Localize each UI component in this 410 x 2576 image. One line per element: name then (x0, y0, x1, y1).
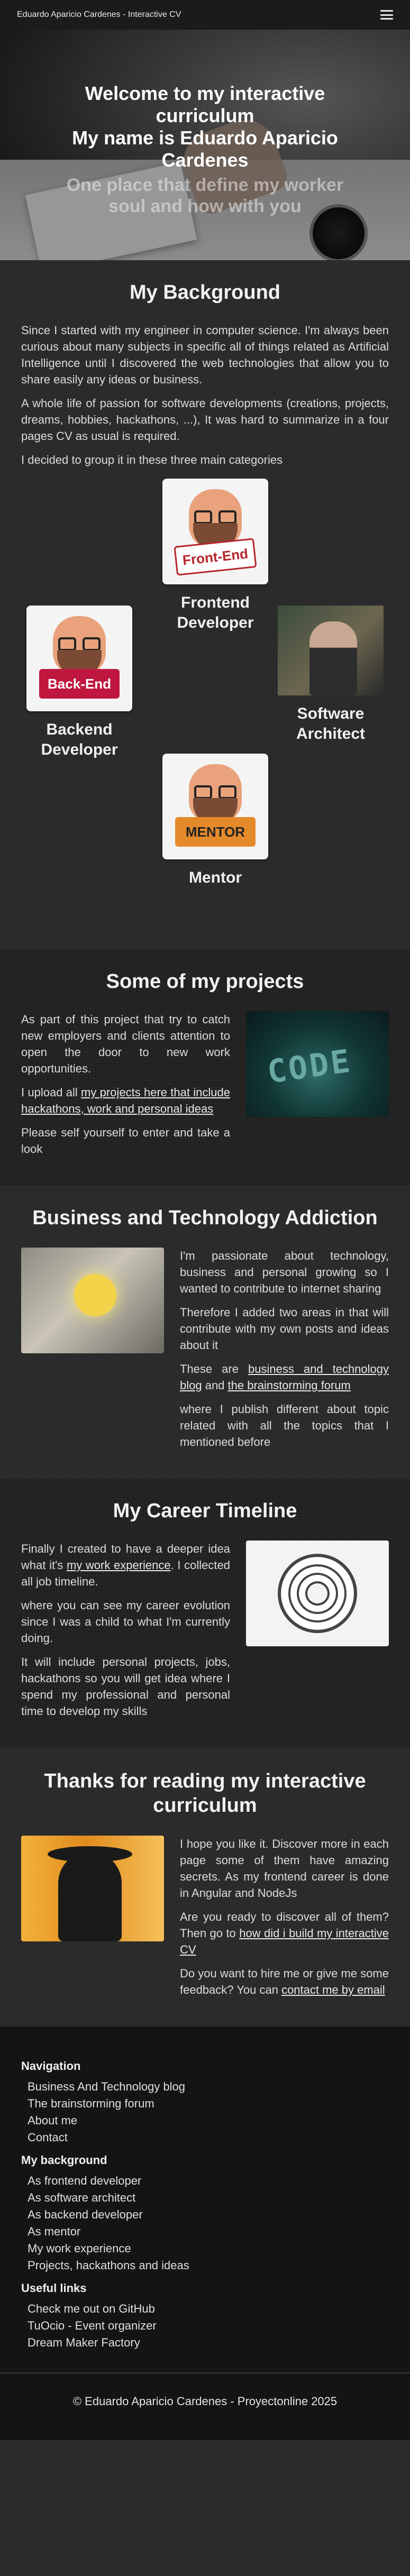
background-paragraph-1: Since I started with my engineer in comp… (21, 324, 389, 386)
frontend-label-2[interactable]: Developer (177, 614, 253, 631)
addiction-title: Business and Technology Addiction (32, 1207, 378, 1229)
backend-avatar[interactable]: Back-End (26, 606, 132, 711)
addiction-paragraph-4: where I publish different about topic re… (180, 1402, 389, 1449)
addiction-paragraph-3: These are business and technology blog a… (180, 1362, 389, 1392)
navbar: Eduardo Aparicio Cardenes - Interactive … (0, 0, 410, 30)
business-ideas-image[interactable] (21, 1248, 164, 1353)
background-paragraph-2: A whole life of passion for software dev… (21, 397, 389, 443)
backend-label-2[interactable]: Developer (41, 741, 117, 758)
mentor-sign: MENTOR (175, 817, 256, 847)
architect-photo[interactable] (278, 606, 384, 695)
footer-link[interactable]: TuOcio - Event organizer (28, 2317, 389, 2334)
footer-link[interactable]: My work experience (28, 2240, 389, 2257)
frontend-label[interactable]: Frontend (181, 594, 250, 611)
work-experience-link[interactable]: my work experience (67, 1559, 171, 1572)
footer-link[interactable]: Dream Maker Factory (28, 2334, 389, 2351)
backend-label[interactable]: Backend (46, 721, 112, 738)
projects-section: Some of my projects As part of this proj… (0, 949, 410, 1186)
footer-link[interactable]: As backend developer (28, 2206, 389, 2223)
footer-background-list: As frontend developer As software archit… (28, 2172, 389, 2274)
category-mentor[interactable]: MENTOR Mentor (157, 754, 274, 888)
footer-link[interactable]: As mentor (28, 2223, 389, 2240)
frontend-avatar[interactable]: Front-End (162, 479, 268, 584)
projects-paragraph-1: As part of this project that try to catc… (21, 1013, 230, 1075)
footer-link[interactable]: Business And Technology blog (28, 2078, 389, 2095)
projects-paragraph-2: I upload all my projects here that inclu… (21, 1086, 230, 1115)
architect-label-2[interactable]: Architect (296, 725, 365, 742)
mentor-label[interactable]: Mentor (189, 869, 242, 886)
thanks-paragraph-2: Are you ready to discover all of them? T… (180, 1910, 389, 1956)
thanks-paragraph-3: Do you want to hire me or give me some f… (180, 1967, 389, 1996)
thanks-title: Thanks for reading my interactive curric… (44, 1770, 366, 1817)
contact-email-link[interactable]: contact me by email (281, 1983, 385, 1996)
category-backend[interactable]: Back-End Backend Developer (21, 606, 138, 760)
timeline-clock-image[interactable] (246, 1541, 389, 1646)
footer-link[interactable]: As frontend developer (28, 2172, 389, 2189)
hero-title: Welcome to my interactive curriculum My … (0, 82, 410, 171)
footer-navigation-heading: Navigation (21, 2059, 81, 2073)
footer-link[interactable]: Contact (28, 2129, 389, 2146)
hero-title-line1: Welcome to my interactive curriculum (85, 82, 325, 126)
footer-useful-heading: Useful links (21, 2281, 87, 2295)
timeline-paragraph-2: where you can see my career evolution si… (21, 1599, 230, 1645)
footer-link[interactable]: Check me out on GitHub (28, 2300, 389, 2317)
architect-label[interactable]: Software (297, 705, 365, 722)
footer-useful-list: Check me out on GitHub TuOcio - Event or… (28, 2300, 389, 2351)
footer-background-heading: My background (21, 2153, 107, 2167)
category-architect[interactable]: Software Architect (272, 606, 389, 744)
projects-title: Some of my projects (106, 970, 304, 993)
background-categories: Front-End Frontend Developer Back-End Bac… (21, 479, 389, 923)
hamburger-menu-icon[interactable] (380, 10, 393, 20)
forum-link[interactable]: the brainstorming forum (228, 1379, 351, 1392)
projects-code-image[interactable]: CODE (246, 1011, 389, 1117)
hero-tagline: One place that define my worker soul and… (66, 175, 344, 216)
timeline-paragraph-1: Finally I created to have a deeper idea … (21, 1542, 230, 1588)
hero-title-line2: My name is Eduardo Aparicio Cardenes (72, 127, 338, 171)
timeline-paragraph-3: It will include personal projects, jobs,… (21, 1655, 230, 1718)
addiction-section: Business and Technology Addiction I'm pa… (0, 1186, 410, 1479)
timeline-section: My Career Timeline Finally I created to … (0, 1479, 410, 1748)
addiction-paragraph-2: Therefore I added two areas in that will… (180, 1306, 389, 1352)
mentor-avatar[interactable]: MENTOR (162, 754, 268, 859)
navbar-brand[interactable]: Eduardo Aparicio Cardenes - Interactive … (17, 10, 181, 20)
detective-image[interactable] (21, 1836, 164, 1941)
backend-sign: Back-End (39, 669, 120, 699)
background-paragraph-3: I decided to group it in these three mai… (21, 453, 283, 466)
footer-link[interactable]: The brainstorming forum (28, 2095, 389, 2112)
addiction-paragraph-1: I'm passionate about technology, busines… (180, 1249, 389, 1295)
footer: Navigation Business And Technology blog … (0, 2027, 410, 2372)
hero-banner: Welcome to my interactive curriculum My … (0, 30, 410, 260)
footer-link[interactable]: About me (28, 2112, 389, 2129)
copyright: © Eduardo Aparicio Cardenes - Proyectonl… (0, 2372, 410, 2440)
footer-link[interactable]: As software architect (28, 2189, 389, 2206)
footer-navigation-list: Business And Technology blog The brainst… (28, 2078, 389, 2146)
background-section: My Background Since I started with my en… (0, 260, 410, 949)
thanks-paragraph-1: I hope you like it. Discover more in eac… (180, 1837, 389, 1900)
projects-paragraph-3: Please self yourself to enter and take a… (21, 1126, 230, 1156)
background-title: My Background (129, 281, 281, 304)
thanks-section: Thanks for reading my interactive curric… (0, 1748, 410, 2027)
frontend-sign: Front-End (174, 538, 257, 576)
timeline-title: My Career Timeline (113, 1500, 297, 1522)
category-frontend[interactable]: Front-End Frontend Developer (157, 479, 274, 633)
footer-link[interactable]: Projects, hackathons and ideas (28, 2257, 389, 2274)
